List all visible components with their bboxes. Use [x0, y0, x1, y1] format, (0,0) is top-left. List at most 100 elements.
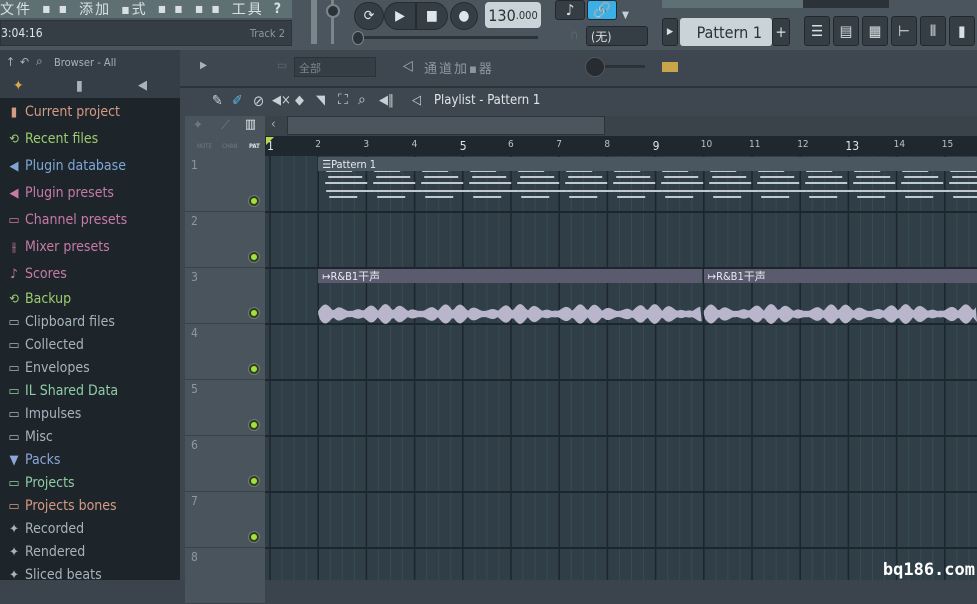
back-icon[interactable]: ↶ — [20, 55, 29, 69]
plugin-picker-button[interactable]: ▮ — [949, 16, 975, 46]
playlist-button[interactable]: ☰ — [804, 16, 830, 46]
browser-item[interactable]: ✦ Rendered — [6, 541, 85, 563]
audio-clip[interactable]: ↦ R&B1干声 — [318, 269, 702, 283]
pattern-clip[interactable]: ☰ Pattern 1 — [318, 157, 977, 171]
track-header[interactable]: 8 — [185, 548, 265, 604]
browser-item[interactable]: ▭ IL Shared Data — [6, 380, 118, 402]
swing-slider[interactable] — [605, 65, 645, 68]
search-icon[interactable]: ⌕ — [36, 54, 43, 69]
scrollbar-thumb[interactable] — [287, 116, 605, 135]
main-volume-slider[interactable] — [311, 0, 317, 44]
channel-rack-button[interactable]: ▤ — [833, 16, 859, 46]
slice-icon[interactable]: ◥ — [316, 93, 325, 108]
track-enable-led[interactable] — [249, 252, 259, 262]
track-header[interactable]: 5 — [185, 380, 265, 436]
browser-item[interactable]: ◀ Plugin presets — [6, 182, 115, 204]
select-icon[interactable]: ⛶ — [338, 92, 348, 108]
piano-roll-button[interactable]: ▦ — [862, 16, 888, 46]
automation-icon[interactable]: ⟋ — [221, 118, 230, 133]
track-header[interactable]: 6 — [185, 436, 265, 492]
track-enable-led[interactable] — [249, 476, 259, 486]
song-position-slider[interactable] — [354, 36, 538, 39]
audio-clip[interactable]: ↦ R&B1干声 — [703, 269, 977, 283]
play-button[interactable]: ▶ — [384, 2, 416, 30]
menu-patterns[interactable]: ▪式 — [121, 0, 148, 19]
document-icon[interactable]: ▮ — [76, 78, 83, 94]
track-enable-led[interactable] — [249, 532, 259, 542]
browser-item[interactable]: ✦ Sliced beats — [6, 564, 102, 586]
track-header[interactable]: 2 — [185, 212, 265, 268]
playback-icon[interactable]: ◀‖ — [379, 93, 394, 108]
piano-icon[interactable]: ▥ — [245, 117, 256, 132]
browser-item[interactable]: ▭ Impulses — [6, 403, 81, 425]
mode-chan[interactable]: CHAN — [222, 143, 238, 150]
up-arrow-icon[interactable]: ↑ — [6, 55, 15, 69]
chevron-left-icon[interactable]: ‹ — [271, 117, 276, 132]
song-marker-icon[interactable] — [266, 137, 274, 145]
browser-item[interactable]: ▭ Channel presets — [6, 209, 127, 231]
playlist-grid[interactable]: ☰ Pattern 1 ↦ R&B1干声 ↦ R&B1干声 — [265, 156, 977, 580]
menu-file[interactable]: 文件 — [0, 0, 32, 19]
browser-item[interactable]: ▭ Projects bones — [6, 495, 116, 517]
browser-item[interactable]: ▭ Collected — [6, 334, 83, 356]
stop-button[interactable]: ■ — [416, 2, 448, 30]
browser-button[interactable]: ⊢ — [891, 16, 917, 46]
browser-item[interactable]: ▭ Misc — [6, 426, 52, 448]
timeline-ruler[interactable]: 1 2 3 4 5 6 7 8 9 10 11 12 13 14 15 — [265, 136, 977, 156]
browser-item[interactable]: ▭ Clipboard files — [6, 311, 114, 333]
menu-add[interactable]: 添加 — [79, 0, 111, 19]
mode-note[interactable]: NOTE — [197, 143, 212, 150]
snap-select[interactable]: (无) — [586, 26, 648, 46]
menu-tools[interactable]: 工具 — [232, 0, 264, 19]
pencil-icon[interactable]: ✎ — [212, 93, 223, 109]
mute-icon[interactable]: ◀× — [272, 93, 291, 108]
delete-icon[interactable]: ⊘ — [253, 92, 264, 110]
menu-help[interactable]: ? — [274, 1, 283, 17]
track-enable-led[interactable] — [249, 364, 259, 374]
loop-button[interactable]: ⟳ — [354, 2, 384, 30]
menu-view[interactable]: ▪ ▪ — [158, 1, 185, 17]
song-position-handle[interactable] — [352, 31, 364, 45]
dropdown-arrow-icon[interactable]: ▼ — [622, 10, 629, 21]
browser-item[interactable]: ▭ Projects — [6, 472, 74, 494]
pattern-selector[interactable]: Pattern 1 — [680, 18, 772, 46]
menu-options[interactable]: ▪ ▪ — [195, 1, 222, 17]
wave-icon[interactable]: ✦ — [193, 118, 203, 133]
track-enable-led[interactable] — [249, 308, 259, 318]
track-enable-led[interactable] — [249, 420, 259, 430]
track-header[interactable]: 1 — [185, 156, 265, 212]
step-icon[interactable] — [662, 62, 678, 72]
track-header[interactable]: 7 — [185, 492, 265, 548]
browser-item[interactable]: ♪ Scores — [6, 263, 67, 285]
wave-icon[interactable]: ✦ — [13, 78, 24, 94]
browser-item[interactable]: ▼ Packs — [6, 449, 61, 471]
typing-keyboard-button[interactable]: ♪ — [555, 0, 585, 20]
tempo-display[interactable]: 130.000 — [485, 2, 541, 28]
horizontal-scrollbar[interactable]: ‹ — [265, 116, 977, 136]
browser-title[interactable]: Browser - All — [54, 56, 116, 69]
menu-edit[interactable]: ▪ ▪ — [42, 1, 69, 17]
record-button[interactable]: ● — [450, 2, 478, 30]
browser-item[interactable]: ⟲ Backup — [6, 288, 71, 310]
link-button[interactable]: 🔗 — [587, 0, 617, 20]
mixer-button[interactable]: ⫴ — [920, 16, 946, 46]
track-header[interactable]: 4 — [185, 324, 265, 380]
browser-item[interactable]: ▭ Envelopes — [6, 357, 89, 379]
channel-filter-select[interactable]: 全部 — [294, 57, 376, 77]
play-small-icon[interactable]: ▶ — [200, 60, 207, 71]
browser-item[interactable]: ▮ Current project — [6, 101, 120, 123]
browser-item[interactable]: ✦ Recorded — [6, 518, 84, 540]
add-pattern-button[interactable]: + — [772, 18, 790, 46]
zoom-icon[interactable]: ⌕ — [358, 92, 366, 108]
browser-item[interactable]: ⟲ Recent files — [6, 128, 98, 150]
playlist-title[interactable]: Playlist - Pattern 1 — [434, 93, 540, 108]
pattern-prev-button[interactable]: ▶ — [662, 18, 678, 46]
browser-item[interactable]: ⫲ Mixer presets — [6, 236, 110, 258]
track-header[interactable]: 3 — [185, 268, 265, 324]
plug-icon[interactable]: ◀ — [138, 78, 147, 93]
track-enable-led[interactable] — [249, 196, 259, 206]
paint-icon[interactable]: ✐ — [232, 93, 243, 109]
pitch-knob-icon[interactable] — [326, 4, 340, 18]
mode-pat[interactable]: PAT — [249, 143, 260, 150]
slip-icon[interactable]: ◆ — [295, 93, 304, 108]
